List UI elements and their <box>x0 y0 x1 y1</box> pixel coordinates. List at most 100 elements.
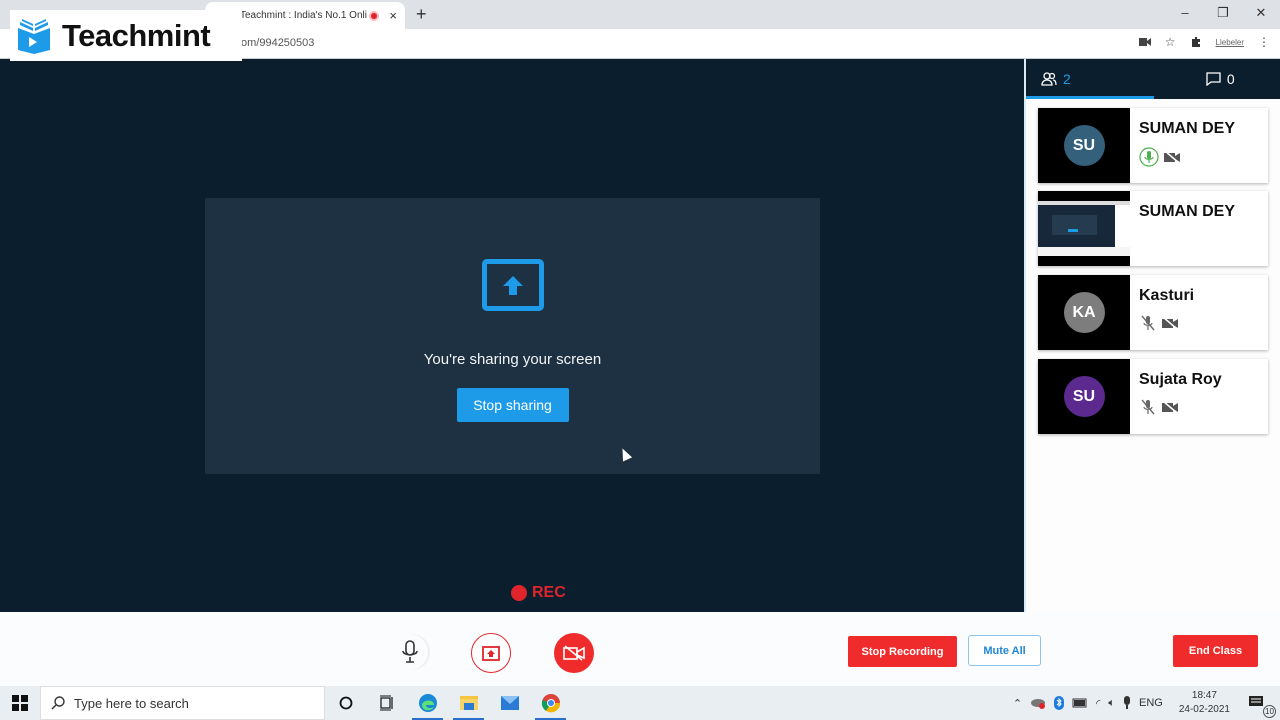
screen-share-toggle[interactable] <box>471 633 511 673</box>
camera-off-icon <box>563 645 585 661</box>
browser-menu-icon[interactable]: ⋮ <box>1258 35 1270 49</box>
participant-card[interactable]: KA Kasturi <box>1038 275 1268 350</box>
taskbar-search[interactable]: Type here to search <box>40 686 325 720</box>
search-icon <box>51 696 65 710</box>
task-view-icon <box>379 695 393 711</box>
participant-video: SU <box>1038 108 1130 183</box>
new-tab-button[interactable]: + <box>416 4 427 25</box>
mail-icon <box>500 696 519 710</box>
extension-button[interactable]: Llebeler <box>1216 38 1244 47</box>
battery-icon[interactable] <box>1072 698 1088 708</box>
sharing-status-text: You're sharing your screen <box>423 351 602 368</box>
volume-icon[interactable]: 🔈︎ <box>1108 697 1115 710</box>
taskbar-mail[interactable] <box>489 686 530 720</box>
close-window-button[interactable]: ✕ <box>1242 0 1280 28</box>
participant-card[interactable]: SU Sujata Roy <box>1038 359 1268 434</box>
avatar: SU <box>1063 376 1105 417</box>
chat-icon <box>1206 72 1221 86</box>
search-placeholder: Type here to search <box>74 695 189 711</box>
microphone-icon <box>402 640 418 663</box>
mic-off-icon[interactable] <box>1139 398 1157 416</box>
clock[interactable]: 18:47 24-02-2021 <box>1179 689 1230 717</box>
tab-close-button[interactable]: × <box>389 8 397 23</box>
rec-label: REC <box>532 584 566 601</box>
cortana-button[interactable] <box>325 686 366 720</box>
camera-toggle[interactable] <box>554 633 594 673</box>
participant-video: SU <box>1038 359 1130 434</box>
participant-name: Kasturi <box>1139 287 1195 304</box>
taskbar-chrome[interactable] <box>530 686 571 720</box>
taskbar-file-explorer[interactable] <box>448 686 489 720</box>
show-hidden-icons-icon[interactable]: ⌃ <box>1013 697 1022 710</box>
tab-participants[interactable]: 2 <box>1026 59 1161 99</box>
wifi-icon[interactable]: ◜ <box>1096 697 1100 710</box>
participant-name: Sujata Roy <box>1139 371 1222 388</box>
clock-time: 18:47 <box>1191 690 1217 701</box>
mic-on-icon[interactable] <box>1139 147 1159 167</box>
participant-video: KA <box>1038 275 1130 350</box>
teachmint-logo: Teachmint <box>10 10 242 61</box>
task-view-button[interactable] <box>366 686 407 720</box>
mic-off-icon[interactable] <box>1139 314 1157 332</box>
participant-card[interactable]: SU SUMAN DEY <box>1038 108 1268 183</box>
bookmark-star-icon[interactable]: ☆ <box>1165 35 1176 49</box>
bluetooth-icon[interactable] <box>1054 696 1065 710</box>
end-class-button[interactable]: End Class <box>1173 635 1258 667</box>
onedrive-error-icon[interactable] <box>1030 697 1046 709</box>
screen-share-thumbnail <box>1038 201 1130 256</box>
participant-card[interactable]: SUMAN DEY <box>1038 191 1268 266</box>
action-center-button[interactable]: 10 <box>1248 695 1276 718</box>
microphone-toggle[interactable] <box>392 634 428 670</box>
window-controls: – ❐ ✕ <box>1166 0 1280 28</box>
logo-text: Teachmint <box>62 17 211 53</box>
rec-dot-icon <box>511 585 527 601</box>
clock-date: 24-02-2021 <box>1178 704 1230 715</box>
class-control-bar: Stop Recording Mute All End Class <box>0 612 1280 686</box>
screen-share-icon <box>482 645 500 661</box>
participants-count: 2 <box>1063 71 1071 87</box>
chrome-icon <box>541 694 560 713</box>
screen-share-icon <box>481 259 544 311</box>
sidebar-tabs: 2 0 <box>1026 59 1280 99</box>
active-tab-indicator <box>1026 96 1154 99</box>
screen-share-panel: You're sharing your screen Stop sharing <box>205 198 820 474</box>
main-stage: You're sharing your screen Stop sharing … <box>0 59 1024 612</box>
tab-title: Teachmint : India's No.1 Onli <box>240 10 367 21</box>
chat-count: 0 <box>1226 71 1235 87</box>
avatar: SU <box>1063 125 1105 166</box>
folder-icon <box>459 696 478 710</box>
windows-taskbar: Type here to search ⌃ ◜ 🔈︎ ENG 18:47 24-… <box>0 686 1280 720</box>
edge-icon <box>418 694 437 712</box>
taskbar-edge[interactable] <box>407 686 448 720</box>
windows-logo-icon <box>12 695 28 711</box>
camera-off-icon[interactable] <box>1161 316 1179 330</box>
minimize-button[interactable]: – <box>1166 0 1204 28</box>
participant-name: SUMAN DEY <box>1139 120 1236 137</box>
participants-icon <box>1041 72 1057 86</box>
start-button[interactable] <box>0 686 40 720</box>
camera-in-use-icon[interactable] <box>1138 37 1151 47</box>
stop-recording-button[interactable]: Stop Recording <box>848 636 957 667</box>
teachmint-logo-icon <box>18 18 50 54</box>
tab-chat[interactable]: 0 <box>1161 59 1280 99</box>
stop-sharing-button[interactable]: Stop sharing <box>456 388 569 422</box>
address-bar-actions: ☆ Llebeler ⋮ <box>1138 35 1270 49</box>
participant-name: SUMAN DEY <box>1139 203 1236 220</box>
mute-all-button[interactable]: Mute All <box>968 635 1041 666</box>
system-tray: ⌃ ◜ 🔈︎ ENG 18:47 24-02-2021 10 <box>1013 686 1280 720</box>
camera-off-icon[interactable] <box>1161 400 1179 414</box>
participants-sidebar: 2 0 SU SUMAN DEY SUMAN DEY KA Kasturi SU… <box>1024 59 1280 612</box>
url-field[interactable]: om/994250503 <box>241 37 314 49</box>
camera-off-icon[interactable] <box>1163 150 1181 164</box>
cortana-icon <box>339 696 352 710</box>
avatar: KA <box>1063 292 1105 333</box>
microphone-in-use-icon[interactable] <box>1123 696 1131 710</box>
language-indicator[interactable]: ENG <box>1139 697 1163 709</box>
recording-indicator-icon <box>369 10 380 21</box>
recording-badge: REC <box>511 584 566 602</box>
restore-button[interactable]: ❐ <box>1204 0 1242 28</box>
participant-screen-preview <box>1038 191 1130 266</box>
extensions-icon[interactable] <box>1190 36 1202 48</box>
notification-count: 10 <box>1263 704 1276 718</box>
notifications-icon <box>1249 695 1263 706</box>
